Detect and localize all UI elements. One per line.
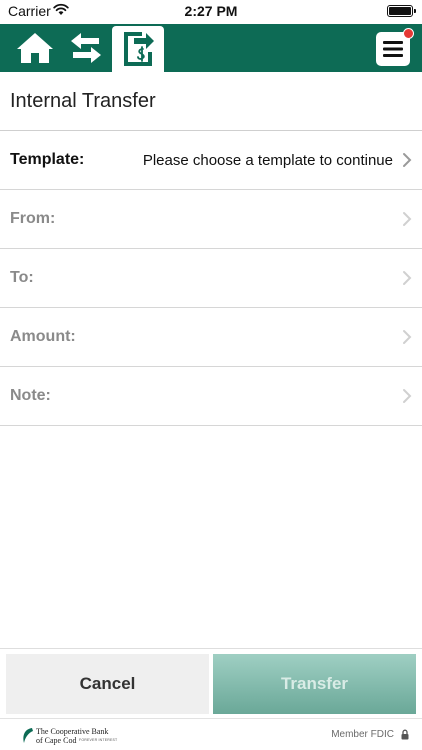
bottom-bar: The Cooperative Bank of Cape Cod FOREVER… bbox=[0, 718, 422, 750]
transfer-money-icon bbox=[124, 32, 154, 66]
member-fdic-label: Member FDIC bbox=[331, 729, 394, 740]
nav-bar bbox=[0, 24, 422, 72]
status-bar: Carrier 2:27 PM bbox=[0, 0, 422, 24]
cancel-button[interactable]: Cancel bbox=[6, 654, 209, 714]
chevron-right-icon bbox=[403, 389, 412, 403]
home-icon bbox=[17, 33, 53, 63]
template-label: Template: bbox=[10, 151, 85, 168]
from-row[interactable]: From: bbox=[0, 190, 422, 249]
page-title: Internal Transfer bbox=[10, 90, 156, 112]
clock: 2:27 PM bbox=[184, 3, 238, 19]
footer-divider bbox=[0, 648, 422, 649]
note-row[interactable]: Note: bbox=[0, 367, 422, 426]
amount-row[interactable]: Amount: bbox=[0, 308, 422, 367]
logo-text-line2: of Cape Cod bbox=[36, 736, 77, 745]
notification-badge bbox=[403, 28, 414, 39]
lock-icon bbox=[401, 729, 409, 740]
bank-logo: The Cooperative Bank of Cape Cod FOREVER… bbox=[21, 726, 117, 746]
transfer-button[interactable]: Transfer bbox=[213, 654, 416, 714]
menu-button[interactable] bbox=[376, 28, 414, 66]
nav-internal-transfer-tab[interactable] bbox=[112, 26, 164, 72]
chevron-right-icon bbox=[403, 271, 412, 285]
note-label: Note: bbox=[10, 387, 51, 404]
logo-text-line1: The Cooperative Bank bbox=[36, 727, 109, 736]
from-label: From: bbox=[10, 210, 56, 227]
to-row[interactable]: To: bbox=[0, 249, 422, 308]
template-value: Please choose a template to continue bbox=[142, 152, 393, 169]
logo-tagline: FOREVER INTEREST bbox=[79, 738, 118, 742]
hamburger-menu-icon bbox=[383, 41, 403, 57]
chevron-right-icon bbox=[403, 212, 412, 226]
to-label: To: bbox=[10, 269, 34, 286]
amount-label: Amount: bbox=[10, 328, 76, 345]
nav-transfers-tab[interactable] bbox=[64, 24, 108, 72]
chevron-right-icon bbox=[403, 153, 412, 167]
template-row[interactable]: Template: Please choose a template to co… bbox=[0, 131, 422, 190]
battery-icon bbox=[387, 5, 416, 17]
nav-home-tab[interactable] bbox=[14, 24, 56, 72]
swap-arrows-icon bbox=[71, 33, 101, 63]
bank-logo-mark-icon bbox=[23, 728, 33, 743]
chevron-right-icon bbox=[403, 330, 412, 344]
